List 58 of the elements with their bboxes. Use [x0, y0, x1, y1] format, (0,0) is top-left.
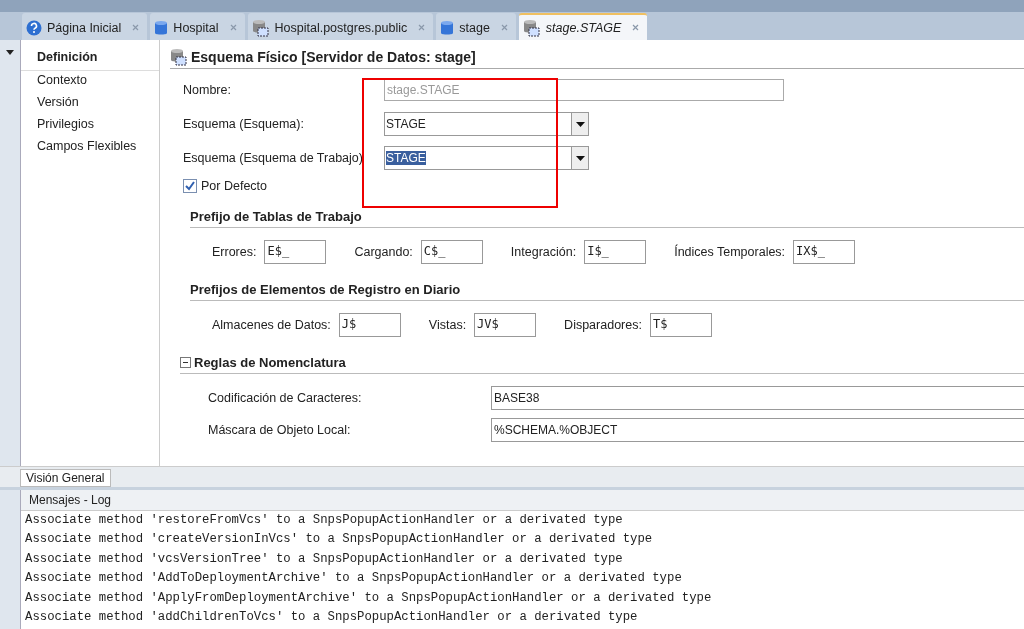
editor-tab[interactable]: stage.STAGE — [518, 13, 648, 40]
close-icon[interactable] — [132, 24, 140, 31]
caret-icon — [575, 121, 585, 127]
field-label: Codificación de Caracteres: — [208, 391, 363, 405]
schema-combo[interactable]: STAGE — [384, 112, 589, 136]
field-label: Errores: — [212, 245, 257, 259]
field-label: Índices Temporales: — [674, 245, 786, 259]
prefix-field[interactable]: T$ — [649, 313, 712, 337]
nav-item[interactable]: Versión — [21, 93, 159, 115]
panel-title: Esquema Físico [Servidor de Datos: stage] — [191, 49, 476, 65]
section-title: Reglas de Nomenclatura — [194, 355, 346, 370]
checkbox-label: Por Defecto — [201, 179, 267, 193]
close-icon[interactable] — [229, 24, 237, 31]
section-title: Prefijo de Tablas de Trabajo — [190, 209, 362, 224]
schema-combo[interactable]: STAGE — [384, 146, 589, 170]
prefix-field[interactable]: E$_ — [264, 240, 327, 264]
prefix-field[interactable]: I$_ — [584, 240, 647, 264]
log-line: Associate method 'restoreFromVcs' to a SnpsPopupActionHandler or a derivated type — [24, 512, 624, 529]
log-line: Associate method 'createVersionInVcs' to a SnpsPopupActionHandler or a derivated type — [24, 531, 654, 549]
editor-tab[interactable]: Página Inicial — [22, 13, 148, 40]
nav-item[interactable]: Campos Flexibles — [21, 137, 159, 159]
overview-tab[interactable]: Visión General — [20, 469, 111, 487]
field-label: Almacenes de Datos: — [212, 318, 331, 332]
editor-tab[interactable]: Hospital.postgres.public — [247, 13, 434, 40]
database-icon — [440, 19, 455, 36]
field-label: Cargando: — [354, 245, 413, 259]
collapse-icon[interactable] — [180, 357, 191, 368]
prefix-field[interactable]: C$_ — [420, 240, 483, 264]
log-line: Associate method 'vcsVersionTree' to a SnpsPopupActionHandler or a derivated type — [24, 550, 624, 568]
close-icon[interactable] — [632, 24, 640, 31]
field-label: Disparadores: — [564, 318, 642, 332]
prefix-field[interactable]: JV$ — [474, 313, 537, 337]
log-title: Mensajes - Log — [21, 490, 1024, 511]
log-line: Associate method 'ApplyFromDeploymentArchive' to a SnpsPopupActionHandler or a derivated type — [24, 589, 713, 607]
help-icon — [26, 19, 42, 36]
prefix-field[interactable]: J$ — [338, 313, 401, 337]
nav-item[interactable]: Privilegios — [21, 115, 159, 137]
field-label: Integración: — [510, 245, 577, 259]
schema-icon — [251, 18, 270, 37]
editor-tab[interactable]: stage — [436, 13, 516, 40]
database-icon — [154, 19, 169, 36]
close-icon[interactable] — [500, 24, 508, 31]
field-label: Máscara de Objeto Local: — [208, 423, 352, 437]
close-icon[interactable] — [418, 24, 426, 31]
checkbox[interactable] — [183, 179, 197, 193]
log-line: Associate method 'AddToDeploymentArchive' to a SnpsPopupActionHandler or a derivated type — [24, 570, 683, 588]
editor-tab[interactable]: Hospital — [150, 13, 245, 40]
text-field[interactable]: %SCHEMA.%OBJECT — [491, 418, 1024, 442]
section-title: Prefijos de Elementos de Registro en Diario — [190, 282, 461, 297]
prefix-field[interactable]: IX$_ — [793, 240, 856, 264]
log-line: Associate method 'addChildrenToVcs' to a SnpsPopupActionHandler or a derivated type — [24, 608, 639, 626]
field-label: Vistas: — [428, 318, 467, 332]
dropdown-icon[interactable] — [6, 50, 14, 56]
schema-icon — [522, 18, 541, 37]
caret-icon — [575, 155, 585, 161]
text-field[interactable]: BASE38 — [491, 386, 1024, 410]
schema-icon — [170, 48, 188, 66]
nav-item[interactable]: Contexto — [21, 71, 159, 93]
